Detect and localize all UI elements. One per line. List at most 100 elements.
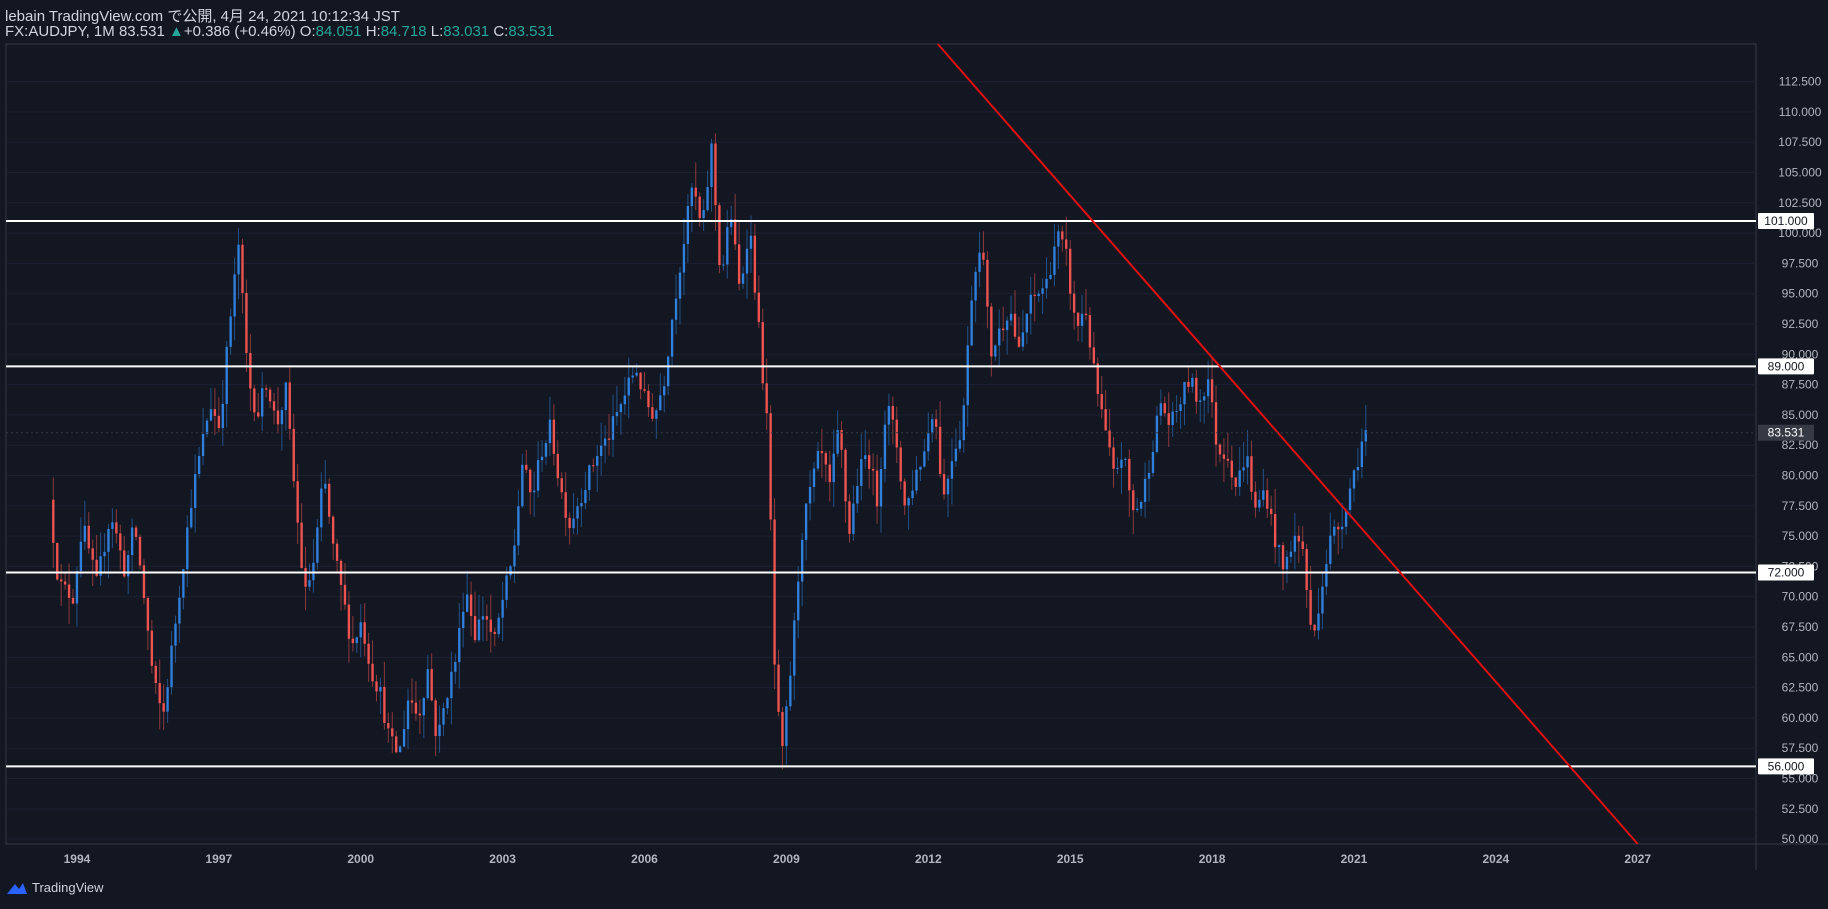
level-price-label: 72.000 [1768, 565, 1805, 579]
candle-body [450, 671, 453, 699]
candle-body [284, 382, 288, 411]
candle-body [659, 395, 662, 411]
candle-body [797, 581, 800, 621]
candle-body [422, 698, 425, 716]
candle-body [820, 450, 824, 454]
candle-body [347, 604, 351, 639]
candle-body [87, 525, 90, 549]
y-tick-label: 105.000 [1778, 165, 1822, 179]
x-tick-label: 2012 [915, 852, 942, 866]
candle-body [998, 328, 1001, 346]
candle-body [1100, 394, 1103, 410]
candle-body [694, 187, 697, 197]
candle-body [698, 196, 701, 219]
candle-body [931, 419, 934, 434]
candle-body [406, 700, 410, 730]
x-tick-label: 1997 [205, 852, 232, 866]
horizontal-levels[interactable]: 101.000 89.000 72.000 56.000 [6, 212, 1814, 775]
candle-body [513, 545, 516, 567]
candle-body [328, 483, 331, 517]
candle-body [958, 440, 962, 449]
candle-body [1084, 313, 1088, 316]
candle-body [343, 584, 347, 605]
candle-body [367, 643, 370, 664]
candle-body [59, 579, 63, 582]
price-chart[interactable]: 50.00052.50055.00057.50060.00062.50065.0… [0, 0, 1828, 909]
candle-body [1262, 490, 1265, 500]
candle-body [761, 322, 764, 384]
y-tick-label: 110.000 [1779, 105, 1822, 119]
candle-body [978, 252, 981, 272]
candle-body [363, 622, 366, 644]
candle-body [737, 244, 741, 284]
candle-body [237, 244, 240, 275]
candle-body [1033, 294, 1036, 297]
candle-body [52, 499, 55, 543]
candle-body [351, 638, 355, 644]
candle-body [753, 235, 757, 293]
candle-body [493, 631, 496, 634]
candle-body [663, 386, 666, 396]
candle-body [588, 465, 591, 491]
candle-body [982, 252, 985, 260]
footer-brand[interactable]: TradingView [6, 880, 104, 895]
last-price-group: 83.531 [6, 424, 1814, 441]
trendline-group[interactable] [937, 43, 1639, 845]
candle-body [1321, 586, 1324, 614]
candle-body [647, 390, 650, 408]
candle-body [272, 401, 276, 411]
candle-body [454, 662, 457, 672]
candle-body [871, 468, 875, 471]
candle-body [564, 492, 567, 518]
candle-body [927, 433, 930, 452]
candle-body [1214, 402, 1218, 445]
candle-body [666, 356, 670, 387]
candle-body [919, 466, 922, 470]
candle-body [1029, 294, 1032, 314]
x-tick-label: 2021 [1341, 852, 1368, 866]
candle-body [410, 700, 414, 703]
candle-body [864, 455, 867, 460]
candle-body [911, 490, 914, 499]
candle-body [891, 406, 895, 420]
candle-body [501, 599, 504, 618]
candle-body [241, 244, 244, 293]
candle-body [627, 377, 630, 396]
candle-body [942, 473, 946, 495]
candle-body [1045, 278, 1048, 289]
candle-body [130, 527, 134, 556]
y-tick-label: 97.500 [1782, 256, 1819, 270]
candle-body [1112, 447, 1115, 469]
candle-body [1364, 430, 1367, 442]
candle-body [844, 449, 847, 502]
candle-body [1187, 381, 1190, 387]
candle-body [1246, 456, 1249, 468]
candle-body [674, 298, 678, 320]
candle-body [1061, 231, 1064, 240]
candle-body [1285, 556, 1289, 570]
candle-body [213, 409, 217, 416]
candle-body [387, 723, 390, 729]
candle-body [552, 419, 556, 454]
candle-body [974, 271, 977, 301]
candle-body [1254, 491, 1257, 508]
candle-body [1120, 459, 1123, 468]
candle-body [517, 506, 520, 546]
candle-body [1356, 467, 1360, 471]
candle-body [848, 501, 851, 534]
candle-body [954, 448, 958, 462]
y-tick-label: 77.500 [1782, 499, 1819, 513]
candle-body [785, 706, 788, 747]
candle-body [651, 407, 654, 419]
candle-body [883, 424, 887, 469]
candle-body [170, 645, 173, 688]
candle-body [1159, 403, 1163, 416]
y-tick-label: 70.000 [1782, 590, 1819, 604]
candle-body [485, 616, 489, 620]
candle-body [1108, 430, 1111, 448]
candle-body [79, 541, 83, 571]
candle-body [178, 597, 181, 624]
candle-body [1179, 404, 1182, 412]
candle-body [686, 206, 690, 244]
candle-body [852, 503, 855, 534]
